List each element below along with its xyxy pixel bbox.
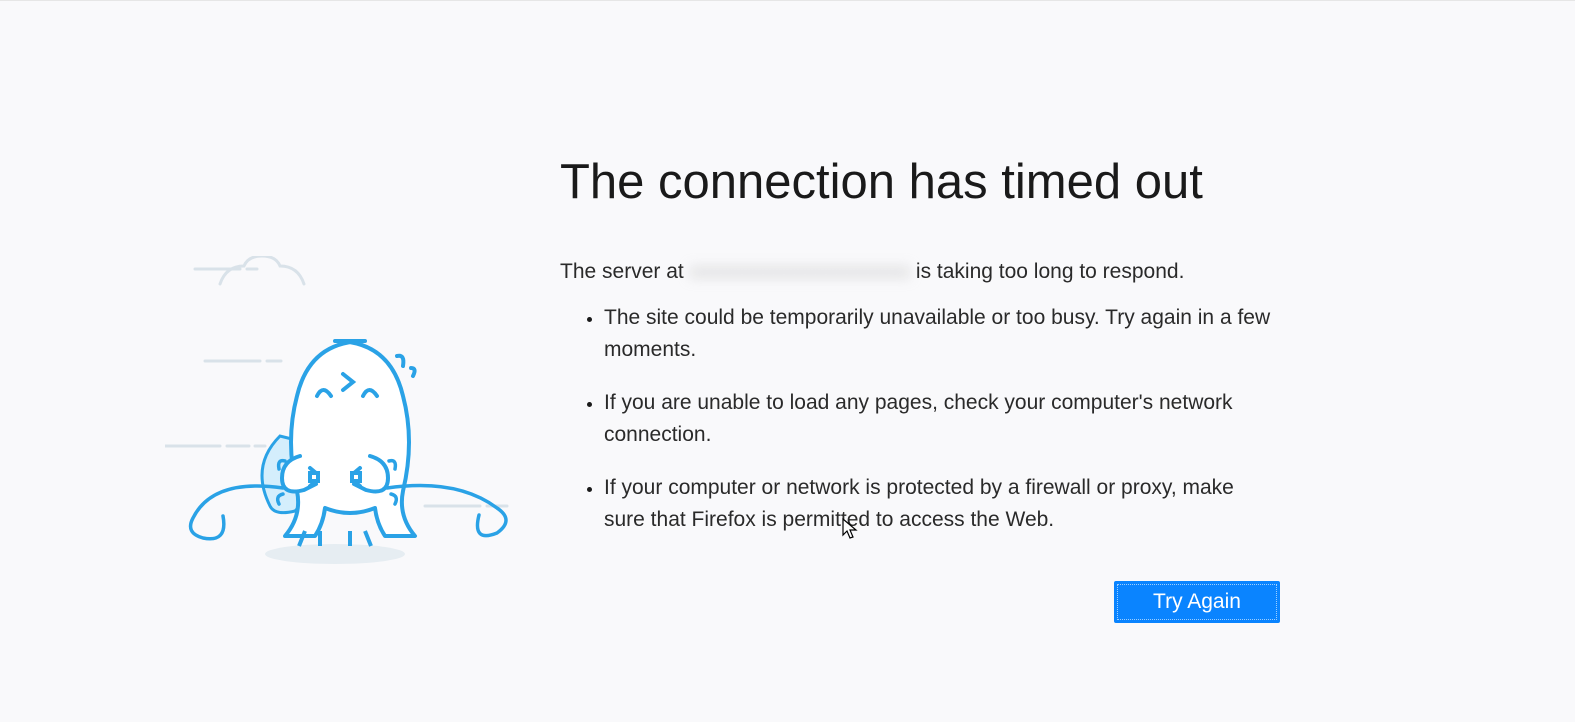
try-again-button[interactable]: Try Again bbox=[1114, 581, 1280, 623]
error-page-container: The connection has timed out The server … bbox=[165, 1, 1410, 623]
reason-item: The site could be temporarily unavailabl… bbox=[604, 302, 1280, 365]
reason-item: If your computer or network is protected… bbox=[604, 472, 1280, 535]
reason-list: The site could be temporarily unavailabl… bbox=[560, 302, 1280, 535]
subtext-prefix: The server at bbox=[560, 260, 690, 283]
button-row: Try Again bbox=[560, 581, 1280, 623]
sad-critter-icon bbox=[165, 256, 535, 566]
illustration-column bbox=[165, 156, 560, 623]
error-text-column: The connection has timed out The server … bbox=[560, 156, 1280, 623]
redacted-host: xxxxxxxxxxxxxxxxxxxxx bbox=[690, 260, 911, 283]
subtext-suffix: is taking too long to respond. bbox=[910, 260, 1184, 283]
error-subtext: The server at xxxxxxxxxxxxxxxxxxxxx is t… bbox=[560, 258, 1280, 286]
page-title: The connection has timed out bbox=[560, 156, 1280, 210]
reason-item: If you are unable to load any pages, che… bbox=[604, 387, 1280, 450]
